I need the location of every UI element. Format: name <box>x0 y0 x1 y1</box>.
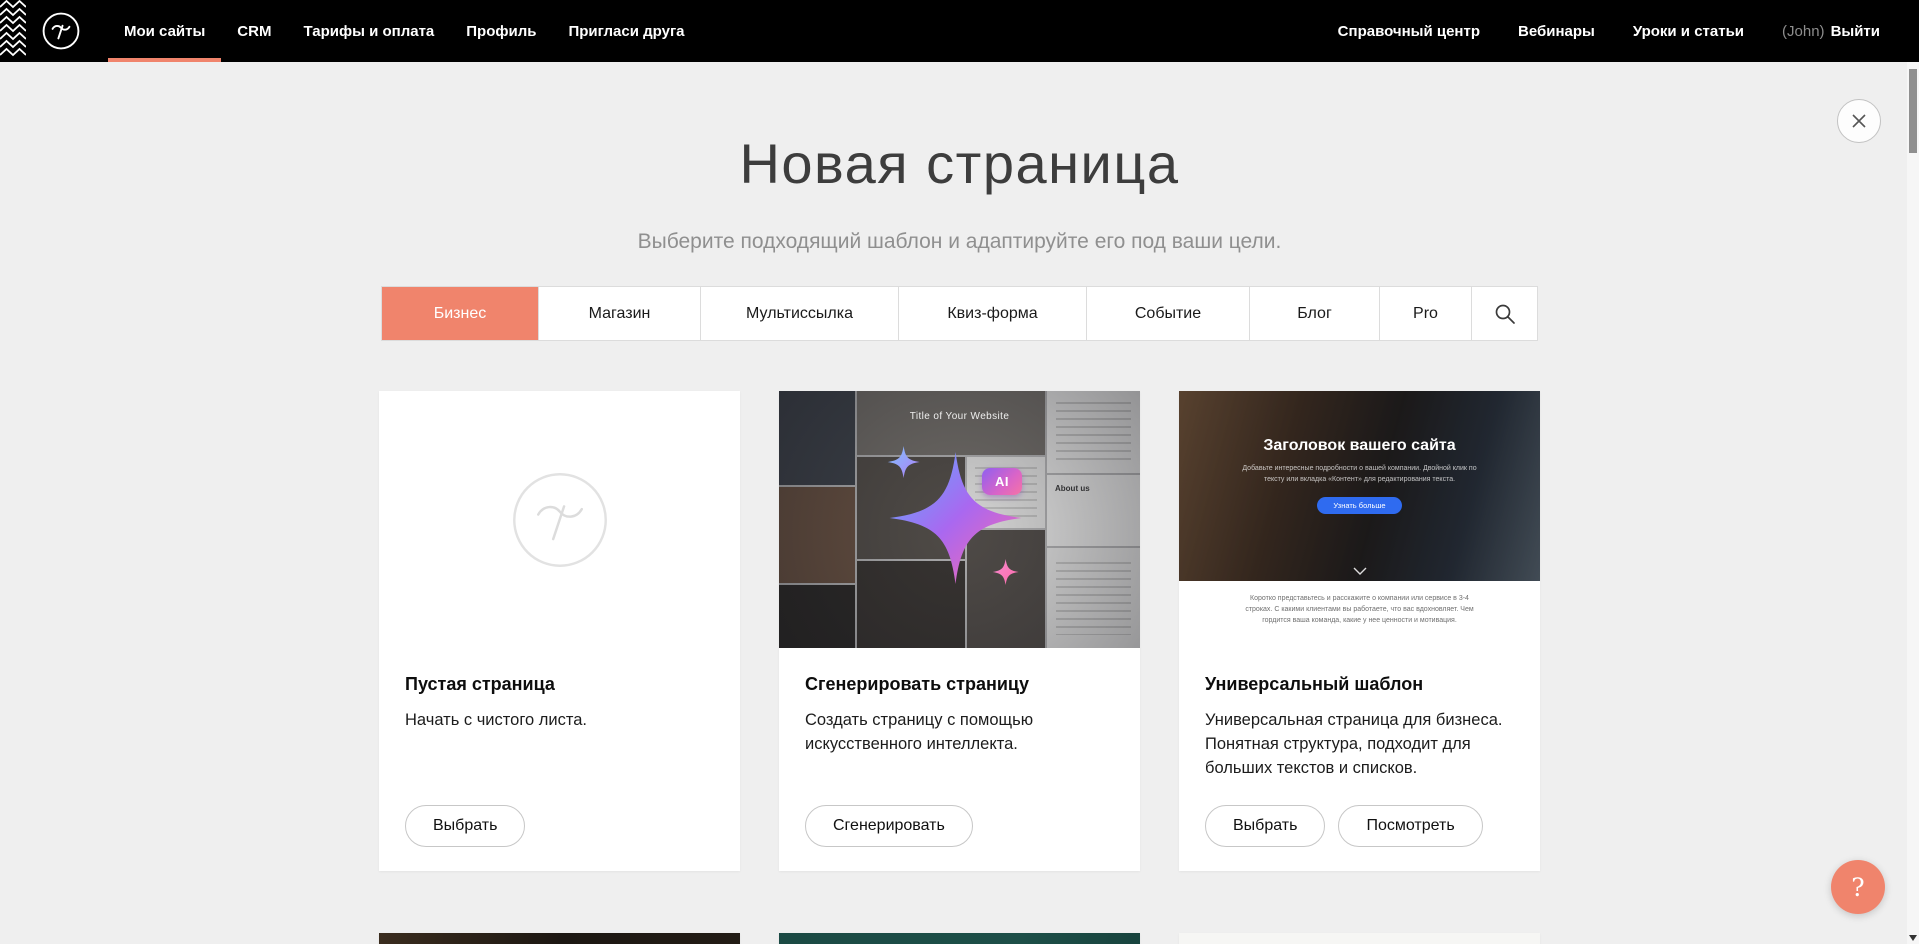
main-menu: Мои сайты CRM Тарифы и оплата Профиль Пр… <box>108 0 701 62</box>
scrollbar[interactable] <box>1907 62 1919 944</box>
card-ai-generate: About us Title of Your Website <box>779 391 1140 871</box>
tilda-watermark-icon <box>511 471 609 569</box>
scrollbar-down-arrow[interactable] <box>1909 935 1917 941</box>
template-body-text: Коротко представьтесь и расскажите о ком… <box>1239 594 1481 627</box>
nav-pricing-label: Тарифы и оплата <box>303 23 434 40</box>
card-actions: Сгенерировать <box>805 805 1114 847</box>
nav-invite-friend-label: Пригласи друга <box>568 23 684 40</box>
nav-my-sites-label: Мои сайты <box>124 23 205 40</box>
scrollbar-thumb[interactable] <box>1909 69 1917 153</box>
template-category-tabs: Бизнес Магазин Мультиссылка Квиз-форма С… <box>381 286 1538 341</box>
blank-page-preview[interactable] <box>379 391 740 648</box>
template-5-preview[interactable] <box>779 933 1140 944</box>
search-icon <box>1494 303 1516 325</box>
nav-profile[interactable]: Профиль <box>450 0 552 62</box>
template-cards-row-1: Пустая страница Начать с чистого листа. … <box>379 391 1540 871</box>
close-button[interactable] <box>1837 99 1881 143</box>
card-template-6 <box>1179 933 1540 944</box>
ai-sparkle-icon <box>845 410 1065 630</box>
card-actions: Выбрать Посмотреть <box>1205 805 1514 847</box>
card-blank-page: Пустая страница Начать с чистого листа. … <box>379 391 740 871</box>
top-navbar: Мои сайты CRM Тарифы и оплата Профиль Пр… <box>0 0 1919 62</box>
preview-universal-button[interactable]: Посмотреть <box>1338 805 1482 847</box>
page-title: Новая страница <box>0 136 1919 192</box>
card-body: Универсальный шаблон Универсальная стран… <box>1179 648 1540 871</box>
card-actions: Выбрать <box>405 805 714 847</box>
template-hero-subtext: Добавьте интересные подробности о вашей … <box>1234 464 1486 486</box>
nav-lessons[interactable]: Уроки и статьи <box>1633 23 1744 40</box>
nav-invite-friend[interactable]: Пригласи друга <box>552 0 700 62</box>
card-template-4 <box>379 933 740 944</box>
page-subtitle: Выберите подходящий шаблон и адаптируйте… <box>0 230 1919 254</box>
help-button[interactable]: ? <box>1831 860 1885 914</box>
card-universal-template: Заголовок вашего сайта Добавьте интересн… <box>1179 391 1540 871</box>
template-6-preview[interactable] <box>1179 933 1540 944</box>
logout-link[interactable]: Выйти <box>1831 23 1880 40</box>
nav-pricing[interactable]: Тарифы и оплата <box>287 0 450 62</box>
choose-universal-button[interactable]: Выбрать <box>1205 805 1325 847</box>
card-title: Универсальный шаблон <box>1205 674 1514 695</box>
card-title: Сгенерировать страницу <box>805 674 1114 695</box>
template-hero: Заголовок вашего сайта Добавьте интересн… <box>1179 391 1540 581</box>
tab-pro[interactable]: Pro <box>1380 287 1472 340</box>
tab-search[interactable] <box>1472 287 1537 340</box>
template-cards-row-2 <box>379 933 1540 944</box>
tab-multilink[interactable]: Мультиссылка <box>701 287 899 340</box>
tab-blog[interactable]: Блог <box>1250 287 1380 340</box>
user-box: (John) Выйти <box>1782 23 1880 40</box>
tab-business[interactable]: Бизнес <box>382 287 539 340</box>
card-body: Пустая страница Начать с чистого листа. … <box>379 648 740 871</box>
template-cta-button: Узнать больше <box>1317 497 1401 514</box>
card-description: Начать с чистого листа. <box>405 709 714 733</box>
universal-template-preview[interactable]: Заголовок вашего сайта Добавьте интересн… <box>1179 391 1540 648</box>
card-description: Создать страницу с помощью искусственног… <box>805 709 1114 757</box>
card-title: Пустая страница <box>405 674 714 695</box>
template-4-preview[interactable] <box>379 933 740 944</box>
tab-quiz-form[interactable]: Квиз-форма <box>899 287 1087 340</box>
template-hero-heading: Заголовок вашего сайта <box>1179 391 1540 455</box>
card-description: Универсальная страница для бизнеса. Поня… <box>1205 709 1514 781</box>
nav-my-sites[interactable]: Мои сайты <box>108 0 221 62</box>
zigzag-decoration-icon <box>0 0 26 62</box>
template-text-block: Коротко представьтесь и расскажите о ком… <box>1179 581 1540 648</box>
user-name: (John) <box>1782 23 1825 40</box>
generate-button[interactable]: Сгенерировать <box>805 805 973 847</box>
ai-badge: AI <box>982 468 1022 495</box>
card-body: Сгенерировать страницу Создать страницу … <box>779 648 1140 871</box>
card-template-5 <box>779 933 1140 944</box>
nav-crm-label: CRM <box>237 23 271 40</box>
ai-generate-preview[interactable]: About us Title of Your Website <box>779 391 1140 648</box>
nav-profile-label: Профиль <box>466 23 536 40</box>
nav-help-center[interactable]: Справочный центр <box>1338 23 1480 40</box>
nav-crm[interactable]: CRM <box>221 0 287 62</box>
nav-webinars[interactable]: Вебинары <box>1518 23 1595 40</box>
choose-blank-button[interactable]: Выбрать <box>405 805 525 847</box>
chevron-down-icon <box>1353 567 1367 575</box>
tilda-logo[interactable] <box>42 12 80 50</box>
secondary-menu: Справочный центр Вебинары Уроки и статьи… <box>1338 23 1880 40</box>
new-page-dialog: Новая страница Выберите подходящий шабло… <box>0 136 1919 944</box>
close-icon <box>1851 113 1867 129</box>
tab-store[interactable]: Магазин <box>539 287 701 340</box>
tab-event[interactable]: Событие <box>1087 287 1250 340</box>
